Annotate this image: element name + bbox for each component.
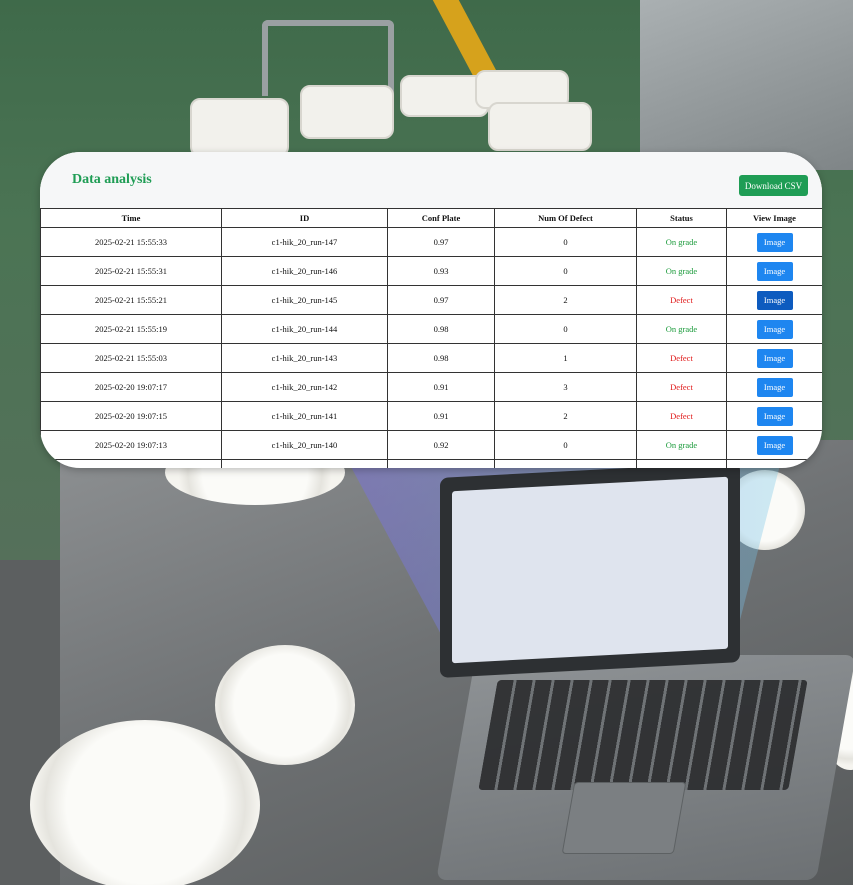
defect-count-cell: 0 [494,227,637,257]
laptop-keyboard [478,680,808,790]
view-image-button[interactable]: Image [756,319,793,339]
view-image-cell: Image [726,430,822,460]
column-header-num-defect[interactable]: Num Of Defect [494,208,637,228]
id-cell: c1-hik_20_run-145 [221,285,388,315]
food-tray [300,85,394,139]
defect-count-cell: 0 [494,314,637,344]
id-cell: c1-hik_20_run-144 [221,314,388,344]
table-row: 2025-02-21 15:55:19 c1-hik_20_run-144 0.… [40,314,822,344]
id-cell: c1-hik_20_run-146 [221,256,388,286]
time-cell: 2025-02-21 15:55:21 [40,285,222,315]
conf-cell: 0.97 [387,285,495,315]
defect-count-cell: 1 [494,343,637,373]
view-image-cell: Image [726,256,822,286]
conf-cell: 0.98 [387,343,495,373]
view-image-button[interactable]: Image [756,348,793,368]
table-row: 2025-02-21 15:55:33 c1-hik_20_run-147 0.… [40,227,822,257]
status-cell: Defect [636,343,727,373]
table-header-row: Time ID Conf Plate Num Of Defect Status … [40,208,822,228]
table-row: 2025-02-20 19:07:13 c1-hik_20_run-140 0.… [40,430,822,460]
conf-cell: 0.92 [387,430,495,460]
column-header-time[interactable]: Time [40,208,222,228]
laptop-screen [440,462,740,678]
view-image-button[interactable]: Image [756,406,793,426]
time-cell: 2025-02-21 15:55:03 [40,343,222,373]
food-tray [488,102,592,151]
time-cell: 2025-02-20 19:07:15 [40,401,222,431]
plate [30,720,260,885]
defect-count-cell: 3 [494,372,637,402]
status-cell: Defect [636,285,727,315]
view-image-cell: Image [726,343,822,373]
laptop-trackpad [561,782,687,854]
defect-count-cell: 2 [494,401,637,431]
column-header-conf-plate[interactable]: Conf Plate [387,208,495,228]
table-row: 2025-02-21 15:55:31 c1-hik_20_run-146 0.… [40,256,822,286]
conf-cell: 0.98 [387,314,495,344]
status-cell: On grade [636,314,727,344]
defect-table: Time ID Conf Plate Num Of Defect Status … [40,208,822,468]
panel-title: Data analysis [72,172,152,187]
time-cell: 2025-02-21 15:55:33 [40,227,222,257]
conf-cell: 0.91 [387,372,495,402]
view-image-button[interactable]: Image [756,261,793,281]
conf-cell: 0.91 [387,401,495,431]
id-cell: c1-hik_20_run-142 [221,372,388,402]
status-cell: Defect [636,401,727,431]
time-cell: 2025-02-21 15:55:31 [40,256,222,286]
defect-count-cell: 2 [494,285,637,315]
view-image-button[interactable]: Image [756,377,793,397]
bowl [215,645,355,765]
view-image-button[interactable]: Image [756,435,793,455]
view-image-cell: Image [726,285,822,315]
status-cell: On grade [636,430,727,460]
time-cell: 2025-02-20 19:07:13 [40,430,222,460]
status-cell: On grade [636,227,727,257]
status-cell: Defect [636,372,727,402]
download-csv-button[interactable]: Download CSV [739,175,808,196]
panel-header: Data analysis Download CSV [40,152,822,208]
table-row-partial [40,459,822,468]
view-image-button[interactable]: Image [756,290,793,310]
view-image-cell: Image [726,372,822,402]
view-image-cell: Image [726,227,822,257]
column-header-view-image[interactable]: View Image [726,208,822,228]
conf-cell: 0.97 [387,227,495,257]
defect-count-cell: 0 [494,430,637,460]
conf-cell: 0.93 [387,256,495,286]
table-row: 2025-02-21 15:55:03 c1-hik_20_run-143 0.… [40,343,822,373]
table-row: 2025-02-20 19:07:17 c1-hik_20_run-142 0.… [40,372,822,402]
column-header-id[interactable]: ID [221,208,388,228]
steel-table-back [640,0,853,170]
id-cell: c1-hik_20_run-141 [221,401,388,431]
defect-count-cell: 0 [494,256,637,286]
data-analysis-panel: Data analysis Download CSV Time ID Conf … [40,152,822,468]
view-image-cell: Image [726,314,822,344]
column-header-status[interactable]: Status [636,208,727,228]
status-cell: On grade [636,256,727,286]
id-cell: c1-hik_20_run-140 [221,430,388,460]
food-tray [190,98,289,157]
time-cell: 2025-02-20 19:07:17 [40,372,222,402]
id-cell: c1-hik_20_run-143 [221,343,388,373]
view-image-button[interactable]: Image [756,232,793,252]
table-row: 2025-02-20 19:07:15 c1-hik_20_run-141 0.… [40,401,822,431]
view-image-cell: Image [726,401,822,431]
table-row: 2025-02-21 15:55:21 c1-hik_20_run-145 0.… [40,285,822,315]
time-cell: 2025-02-21 15:55:19 [40,314,222,344]
id-cell: c1-hik_20_run-147 [221,227,388,257]
